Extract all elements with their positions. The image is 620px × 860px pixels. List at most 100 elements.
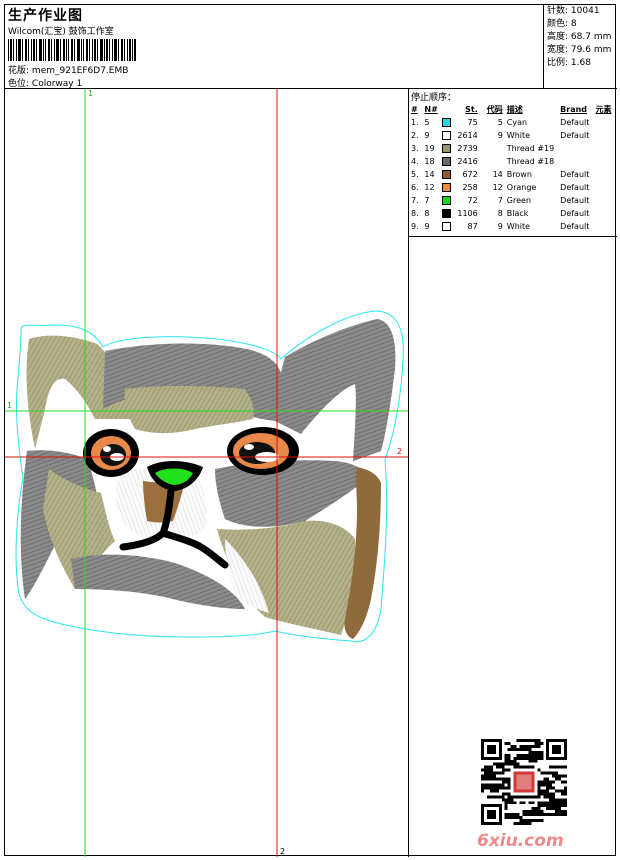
cell-needle: 7 [424, 194, 454, 207]
design-stats: 针数: 10041 颜色: 8 高度: 68.7 mm 宽度: 79.6 mm … [544, 5, 617, 89]
table-row: 8. 8 1106 8 Black Default [411, 207, 617, 220]
cell-description: Brown [506, 170, 532, 179]
stat-colors: 颜色: 8 [547, 19, 577, 29]
cell-stitches: 2739 [457, 144, 478, 153]
colorway-value: Colorway 1 [31, 79, 83, 89]
cell-index: 5. [411, 170, 419, 179]
colorway-label: 色位 [8, 79, 27, 89]
production-sheet: 生产作业图 Wilcom(汇宝) 鼓饰工作室 花版: mem_921EF6D7.… [4, 4, 617, 857]
cell-stitches: 672 [462, 170, 478, 179]
colorway-line: 色位: Colorway 1 [8, 79, 83, 89]
cell-element [596, 181, 617, 194]
cell-brand: Default [560, 183, 590, 192]
color-swatch [442, 170, 452, 179]
right-eye [227, 427, 299, 475]
cell-element [596, 116, 617, 129]
cell-stitches: 2416 [457, 157, 478, 166]
cell-needle: 19 [424, 142, 454, 155]
color-swatch [442, 183, 452, 192]
table-row: 1. 5 75 5 Cyan Default [411, 116, 617, 129]
cell-stitches: 72 [467, 196, 478, 205]
left-eye [83, 429, 139, 477]
color-swatch [442, 131, 452, 140]
table-row: 2. 9 2614 9 White Default [411, 129, 617, 142]
col-brand: Brand [560, 105, 588, 114]
cell-description: White [506, 222, 531, 231]
cell-stitches: 87 [467, 222, 478, 231]
cell-index: 7. [411, 196, 419, 205]
sheet-header: 生产作业图 Wilcom(汇宝) 鼓饰工作室 花版: mem_921EF6D7.… [5, 5, 544, 89]
cell-stitches: 1106 [457, 209, 478, 218]
table-row: 7. 7 72 7 Green Default [411, 194, 617, 207]
col-needle: N# [424, 105, 438, 114]
cell-index: 4. [411, 157, 419, 166]
cell-brand: Default [560, 118, 590, 127]
cell-description: Thread #19 [506, 144, 555, 153]
cell-description: Thread #18 [506, 157, 555, 166]
col-description: 描述 [506, 105, 523, 114]
cell-code [478, 155, 503, 168]
cell-element [596, 142, 617, 155]
guide-label-v2: 2 [280, 847, 286, 856]
cell-brand [560, 142, 595, 155]
design-file-label: 花版 [8, 66, 27, 76]
cell-element [596, 129, 617, 142]
color-swatch [442, 209, 452, 218]
watermark-logo: 6xiu.com [477, 831, 564, 851]
cell-description: Cyan [506, 118, 528, 127]
cell-code: 5 [497, 118, 503, 127]
color-swatch [442, 222, 452, 231]
cell-needle: 8 [424, 207, 454, 220]
cell-needle: 9 [424, 220, 454, 233]
cell-stitches: 2614 [457, 131, 478, 140]
cell-description: White [506, 131, 531, 140]
cell-index: 3. [411, 144, 419, 153]
color-swatch [442, 196, 452, 205]
sheet-title: 生产作业图 [8, 8, 83, 24]
col-element: 元素 [595, 105, 612, 114]
table-row: 6. 12 258 12 Orange Default [411, 181, 617, 194]
color-sequence-table: # N# St. 代码 描述 Brand 元素 1. 5 75 5 Cyan Defaul… [411, 103, 617, 233]
cell-description: Green [506, 196, 532, 205]
cell-needle: 12 [424, 181, 454, 194]
table-row: 4. 18 2416 Thread #18 [411, 155, 617, 168]
col-stitches: St. [465, 105, 478, 114]
cell-element [596, 168, 617, 181]
cell-index: 1. [411, 118, 419, 127]
color-swatch [442, 157, 452, 166]
col-code: 代码 [486, 105, 503, 114]
cell-description: Orange [506, 183, 537, 192]
cell-index: 6. [411, 183, 419, 192]
cell-code: 14 [492, 170, 503, 179]
cell-code: 12 [492, 183, 503, 192]
cell-element [596, 194, 617, 207]
cell-element [596, 155, 617, 168]
design-file-name: mem_921EF6D7.EMB [31, 66, 129, 76]
cell-needle: 5 [424, 116, 454, 129]
cell-stitches: 258 [462, 183, 478, 192]
cell-brand: Default [560, 196, 590, 205]
table-row: 3. 19 2739 Thread #19 [411, 142, 617, 155]
stop-sequence-title: 停止顺序： [411, 93, 457, 103]
color-swatch [442, 144, 452, 153]
embroidery-preview [5, 89, 408, 857]
cell-stitches: 75 [467, 118, 478, 127]
cell-code: 7 [497, 196, 503, 205]
table-row: 9. 9 87 9 White Default [411, 220, 617, 233]
stat-stitches: 针数: 10041 [547, 6, 600, 16]
cell-index: 8. [411, 209, 419, 218]
cell-code: 9 [497, 222, 503, 231]
guide-label-v1: 1 [88, 89, 94, 98]
design-file-line: 花版: mem_921EF6D7.EMB [8, 66, 129, 76]
barcode-image [8, 39, 136, 61]
cell-code: 8 [497, 209, 503, 218]
company-name: Wilcom(汇宝) 鼓饰工作室 [8, 27, 114, 37]
cell-needle: 9 [424, 129, 454, 142]
cell-brand: Default [560, 222, 590, 231]
cell-code [478, 142, 503, 155]
cell-brand: Default [560, 170, 590, 179]
guide-label-h1: 1 [7, 401, 13, 410]
stat-width: 宽度: 79.6 mm [547, 45, 612, 55]
stat-scale: 比例: 1.68 [547, 58, 591, 68]
stat-height: 高度: 68.7 mm [547, 32, 612, 42]
